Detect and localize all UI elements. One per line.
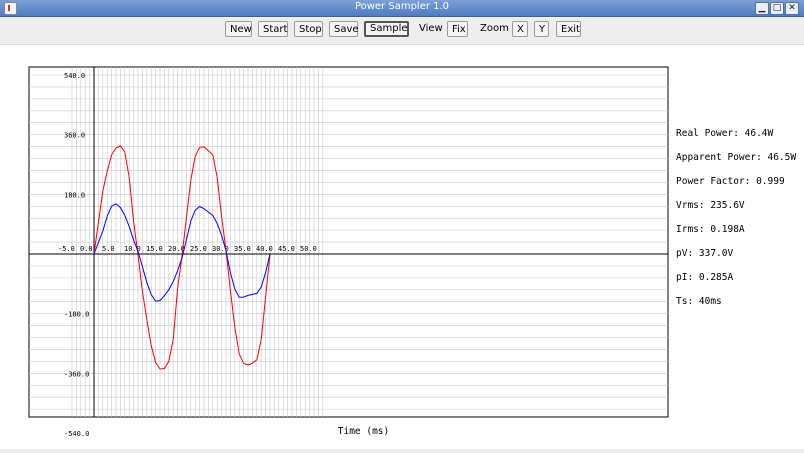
title-bar[interactable]: Power Sampler 1.0 ▁ □ ✕ [0, 0, 804, 17]
x-tick-label: 50.0 [300, 245, 317, 253]
toolbar: New Start Stop Save Sample View Fix Zoom… [0, 17, 804, 43]
waveform-chart: -5.0 0.0 5.0 10.0 15.0 20.0 25.0 30.0 35.0 40.0 45… [28, 66, 669, 438]
x-tick-label: 35.0 [234, 245, 251, 253]
x-tick-label: 45.0 [278, 245, 295, 253]
x-tick-label: 40.0 [256, 245, 273, 253]
y-tick-label: -180.0 [64, 311, 89, 319]
sample-button[interactable]: Sample [364, 21, 409, 37]
power-factor-readout: Power Factor: 0.999 [676, 176, 785, 187]
new-button[interactable]: New [225, 21, 252, 37]
x-tick-label: 5.0 [102, 245, 115, 253]
chart-panel: -5.0 0.0 5.0 10.0 15.0 20.0 25.0 30.0 35.0 40.0 45… [0, 44, 804, 449]
x-tick-label: -5.0 [58, 245, 75, 253]
apparent-power-readout: Apparent Power: 46.5W [676, 152, 797, 163]
x-tick-label: 15.0 [146, 245, 163, 253]
zoom-y-button[interactable]: Y [534, 21, 549, 37]
peak-voltage-readout: pV: 337.0V [676, 248, 734, 259]
exit-button[interactable]: Exit [556, 21, 581, 37]
start-button[interactable]: Start [258, 21, 288, 37]
y-tick-label: -540.0 [64, 430, 89, 438]
sample-time-readout: Ts: 40ms [676, 296, 722, 307]
view-label: View [419, 23, 443, 34]
y-tick-label: 360.0 [64, 132, 85, 140]
minimize-button[interactable]: ▁ [755, 2, 769, 15]
x-axis-label: Time (ms) [338, 426, 389, 437]
stop-button[interactable]: Stop [294, 21, 323, 37]
x-tick-label: 25.0 [190, 245, 207, 253]
peak-current-readout: pI: 0.285A [676, 272, 734, 283]
y-tick-label: -360.0 [64, 370, 89, 378]
irms-readout: Irms: 0.198A [676, 224, 745, 235]
y-tick-label: 180.0 [64, 191, 85, 199]
zoom-x-button[interactable]: X [512, 21, 528, 37]
vrms-readout: Vrms: 235.6V [676, 200, 745, 211]
fix-button[interactable]: Fix [447, 21, 468, 37]
x-tick-label: 0.0 [80, 245, 93, 253]
save-button[interactable]: Save [329, 21, 359, 37]
real-power-readout: Real Power: 46.4W [676, 128, 774, 139]
maximize-button[interactable]: □ [770, 2, 784, 15]
window-title: Power Sampler 1.0 [354, 1, 450, 12]
y-tick-label: 540.0 [64, 72, 85, 80]
zoom-label: Zoom [480, 23, 509, 34]
close-button[interactable]: ✕ [785, 2, 799, 15]
